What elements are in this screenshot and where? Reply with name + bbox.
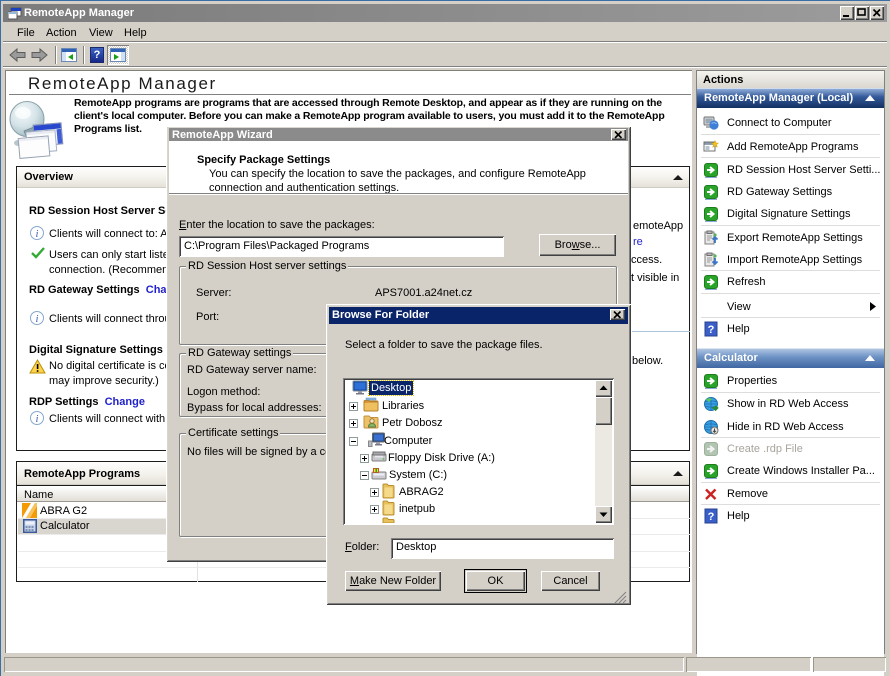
svg-text:?: ? xyxy=(708,324,715,336)
svg-text:i: i xyxy=(36,414,39,425)
svg-text:i: i xyxy=(36,314,39,325)
svg-text:?: ? xyxy=(708,511,715,523)
svg-text:i: i xyxy=(36,229,39,240)
